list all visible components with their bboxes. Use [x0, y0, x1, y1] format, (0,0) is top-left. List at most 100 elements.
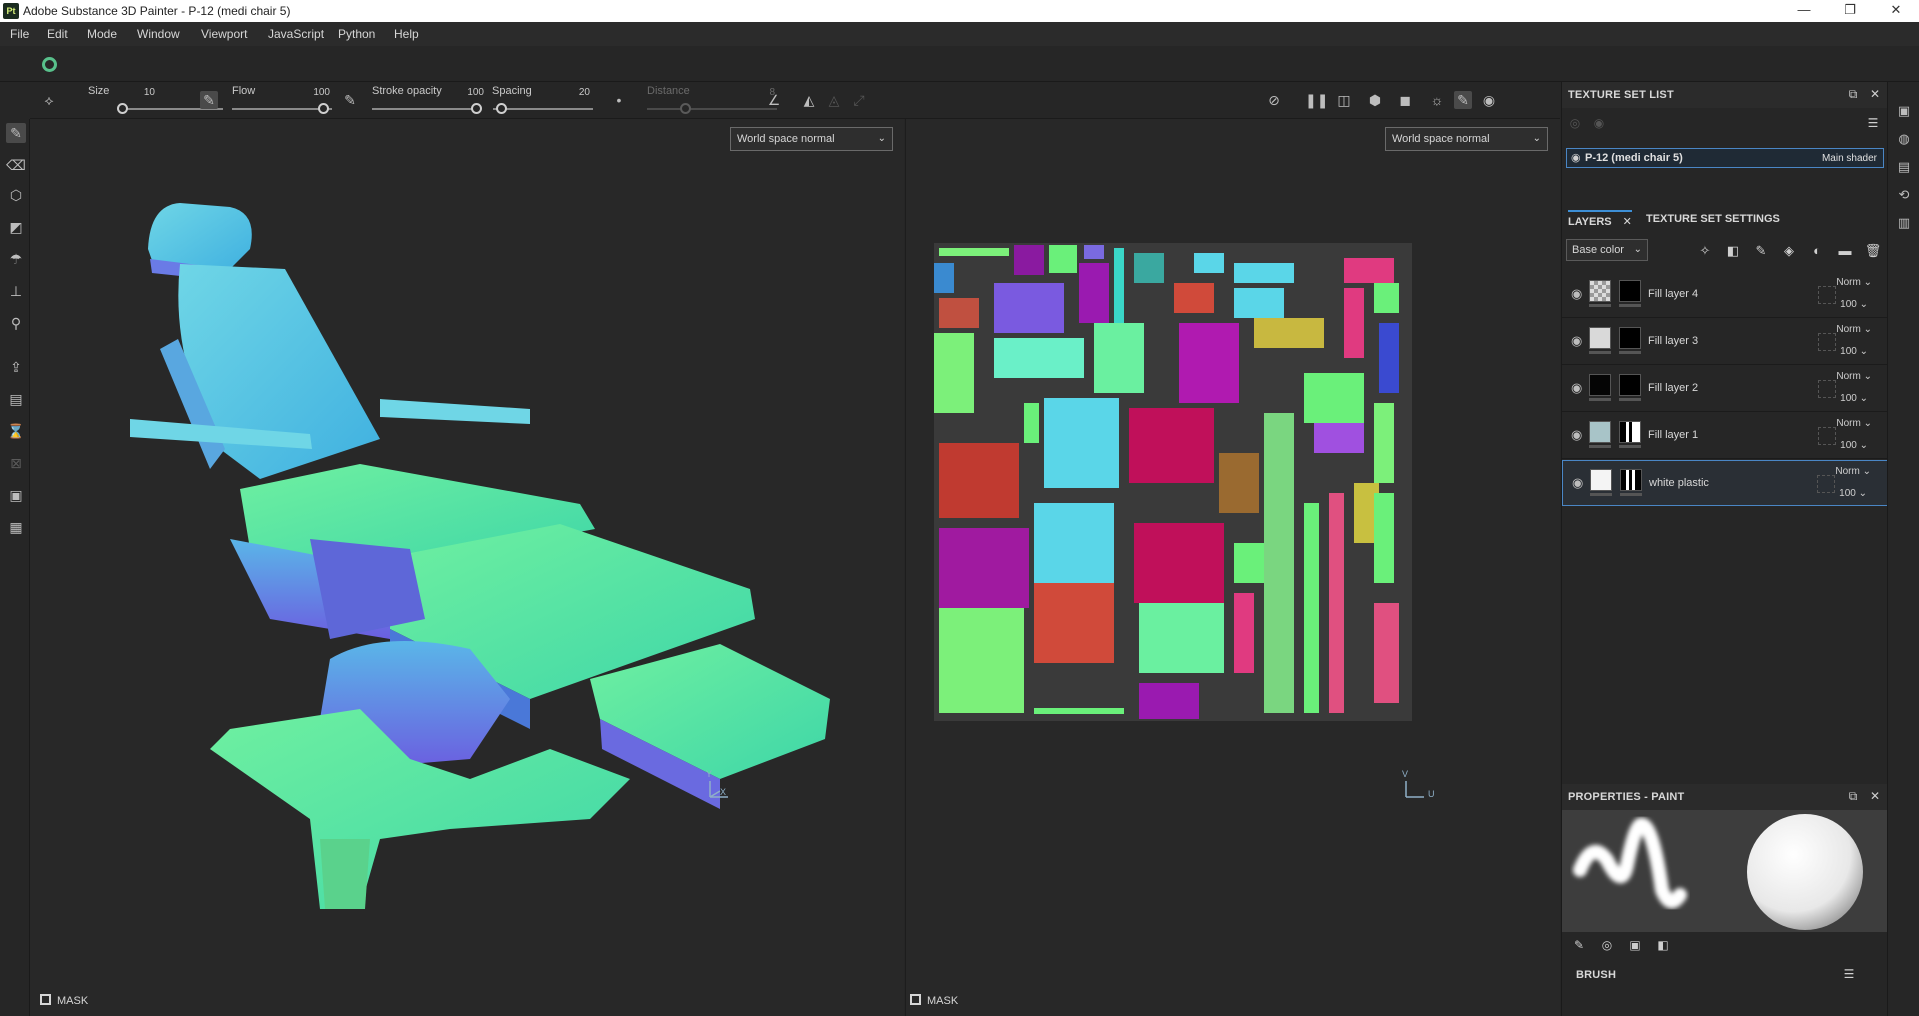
lazy-mouse-icon[interactable]: • — [610, 91, 628, 109]
pen-pressure-icon[interactable]: ✎ — [200, 91, 218, 109]
viewport-3d-mask-toggle[interactable]: MASK — [40, 994, 88, 1016]
shelf-icon[interactable]: ▤ — [1895, 158, 1913, 176]
menu-python[interactable]: Python — [338, 27, 375, 41]
chair-model[interactable] — [30, 119, 904, 979]
delete-layer-icon[interactable]: 🗑 — [1864, 242, 1882, 260]
uv-texture-map[interactable] — [934, 243, 1412, 721]
menu-icon[interactable]: ☰ — [1866, 116, 1880, 130]
brush-icon[interactable]: ✎ — [1572, 938, 1586, 952]
material-icon[interactable]: ◧ — [1656, 938, 1670, 952]
split-view-icon[interactable]: ◫ — [1335, 91, 1353, 109]
blend-mode-select[interactable]: Norm ⌄ — [1836, 371, 1872, 382]
viewport-2d-mask-toggle[interactable]: MASK — [910, 994, 958, 1016]
close-tab-icon[interactable]: ✕ — [1623, 216, 1632, 228]
blend-mode-select[interactable]: Norm ⌄ — [1835, 466, 1871, 477]
mirror-icon[interactable]: ◭ — [800, 91, 818, 109]
add-fill-layer-icon[interactable]: ◈ — [1780, 242, 1798, 260]
layer-mask-thumbnail[interactable] — [1619, 327, 1641, 349]
visibility-eye-icon[interactable]: ◉ — [1571, 151, 1581, 164]
eye-icon[interactable]: ◉ — [1592, 116, 1606, 130]
tab-layers[interactable]: LAYERS ✕ — [1568, 210, 1632, 232]
menu-viewport[interactable]: Viewport — [201, 27, 247, 41]
layer-row[interactable]: ◉ Fill layer 4 Norm ⌄ 100 ⌄ — [1562, 272, 1888, 318]
alpha-icon[interactable]: ◎ — [1600, 938, 1614, 952]
menu-javascript[interactable]: JavaScript — [268, 27, 324, 41]
menu-help[interactable]: Help — [394, 27, 419, 41]
layer-effect-slot[interactable] — [1818, 380, 1836, 398]
blend-mode-select[interactable]: Norm ⌄ — [1836, 277, 1872, 288]
disabled-tool-icon[interactable]: ⊠ — [6, 453, 26, 473]
stroke-opacity-slider[interactable] — [372, 108, 472, 110]
blend-mode-select[interactable]: Norm ⌄ — [1836, 324, 1872, 335]
size-slider-knob[interactable] — [117, 103, 128, 114]
stroke-opacity-slider-knob[interactable] — [471, 103, 482, 114]
layer-effect-slot[interactable] — [1817, 475, 1835, 493]
projection-icon[interactable]: ⬡ — [6, 185, 26, 205]
flow-slider-knob[interactable] — [318, 103, 329, 114]
spacing-slider-knob[interactable] — [496, 103, 507, 114]
distance-slider[interactable] — [647, 108, 777, 110]
hide-icon[interactable]: ◎ — [1568, 116, 1582, 130]
add-folder-icon[interactable]: ▬ — [1836, 242, 1854, 260]
stroke-opacity-value[interactable]: 100 — [454, 87, 484, 98]
layer-row[interactable]: ◉ Fill layer 1 Norm ⌄ 100 ⌄ — [1562, 413, 1888, 459]
document-icon[interactable]: ▣ — [6, 485, 26, 505]
layer-mask-thumbnail[interactable] — [1619, 374, 1641, 396]
eraser-icon[interactable]: ⌫ — [6, 155, 26, 175]
clone-stamp-icon[interactable]: ⊥ — [6, 281, 26, 301]
visibility-eye-icon[interactable]: ◉ — [1571, 286, 1582, 302]
visibility-eye-icon[interactable]: ◉ — [1572, 475, 1583, 491]
paint-mode-icon[interactable]: ✎ — [1454, 91, 1472, 109]
layer-effect-slot[interactable] — [1818, 427, 1836, 445]
add-effect-icon[interactable]: ◐ — [1808, 242, 1826, 260]
close-panel-icon[interactable]: ✕ — [1868, 87, 1882, 101]
menu-file[interactable]: File — [10, 27, 29, 41]
undock-icon[interactable]: ⧉ — [1846, 87, 1860, 101]
maximize-button[interactable]: ❐ — [1827, 0, 1873, 22]
menu-mode[interactable]: Mode — [87, 27, 117, 41]
viewport-2d[interactable]: World space normal ⌄ V U MASK — [905, 119, 1560, 1016]
flow-pressure-icon[interactable]: ✎ — [341, 91, 359, 109]
close-panel-icon[interactable]: ✕ — [1868, 789, 1882, 803]
undock-icon[interactable]: ⧉ — [1846, 789, 1860, 803]
angle-icon[interactable]: ∠ — [765, 91, 783, 109]
history-icon[interactable]: ⟲ — [1895, 186, 1913, 204]
menu-edit[interactable]: Edit — [47, 27, 68, 41]
mask-checkbox[interactable] — [910, 994, 921, 1005]
add-mask-icon[interactable]: ◧ — [1724, 242, 1742, 260]
layer-opacity[interactable]: 100 ⌄ — [1839, 488, 1867, 499]
color-picker-icon[interactable]: ⚲ — [6, 313, 26, 333]
environment-icon[interactable]: ◍ — [1895, 130, 1913, 148]
layer-mask-thumbnail[interactable] — [1619, 280, 1641, 302]
mirror-disabled-icon[interactable]: ◬ — [825, 91, 843, 109]
bake-icon[interactable]: ▤ — [6, 389, 26, 409]
assets-icon[interactable]: ▦ — [6, 517, 26, 537]
display-settings-icon[interactable]: ▣ — [1895, 102, 1913, 120]
mask-checkbox[interactable] — [40, 994, 51, 1005]
smudge-icon[interactable]: ☂ — [6, 249, 26, 269]
layer-row[interactable]: ◉ Fill layer 3 Norm ⌄ 100 ⌄ — [1562, 319, 1888, 365]
texture-set-item[interactable]: ◉ P-12 (medi chair 5) Main shader — [1566, 148, 1884, 168]
cube-view-icon[interactable]: ⬢ — [1366, 91, 1384, 109]
menu-window[interactable]: Window — [137, 27, 180, 41]
spacing-slider[interactable] — [493, 108, 593, 110]
flow-slider[interactable] — [232, 108, 332, 110]
add-paint-layer-icon[interactable]: ✎ — [1752, 242, 1770, 260]
distance-slider-knob[interactable] — [680, 103, 691, 114]
visibility-eye-icon[interactable]: ◉ — [1571, 380, 1582, 396]
screenshot-icon[interactable]: ◉ — [1480, 91, 1498, 109]
layer-mask-thumbnail[interactable] — [1620, 469, 1642, 491]
spacing-value[interactable]: 20 — [560, 87, 590, 98]
visibility-eye-icon[interactable]: ◉ — [1571, 427, 1582, 443]
layer-mask-thumbnail[interactable] — [1619, 421, 1641, 443]
polygon-fill-icon[interactable]: ◩ — [6, 217, 26, 237]
layer-opacity[interactable]: 100 ⌄ — [1840, 393, 1868, 404]
transform-icon[interactable]: ⤢ — [850, 91, 868, 109]
layer-opacity[interactable]: 100 ⌄ — [1840, 440, 1868, 451]
menu-icon[interactable]: ☰ — [1842, 967, 1856, 981]
pause-icon[interactable]: ❚❚ — [1305, 91, 1328, 109]
layer-effect-slot[interactable] — [1818, 286, 1836, 304]
log-icon[interactable]: ▥ — [1895, 214, 1913, 232]
layer-opacity[interactable]: 100 ⌄ — [1840, 346, 1868, 357]
close-button[interactable]: ✕ — [1873, 0, 1919, 22]
